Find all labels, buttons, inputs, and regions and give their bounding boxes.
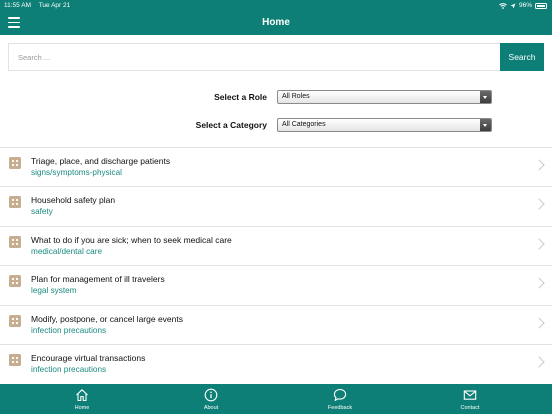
- tab-about[interactable]: About: [181, 384, 241, 414]
- chevron-right-icon: [533, 277, 545, 289]
- task-category: medical/dental care: [31, 246, 102, 256]
- status-time: 11:55 AM: [4, 2, 31, 9]
- info-icon: [204, 388, 218, 402]
- role-label: Select a Role: [214, 92, 267, 102]
- search-bar: Search: [8, 43, 544, 71]
- chevron-right-icon: [533, 159, 545, 171]
- task-icon: [9, 196, 21, 209]
- chevron-right-icon: [533, 238, 545, 250]
- list-item[interactable]: Household safety plan safety: [0, 186, 552, 225]
- list-item[interactable]: Plan for management of ill travelers leg…: [0, 265, 552, 304]
- status-bar: 11:55 AM Tue Apr 21 96%: [0, 0, 552, 11]
- search-button[interactable]: Search: [500, 43, 544, 71]
- list-item[interactable]: Triage, place, and discharge patients si…: [0, 147, 552, 186]
- tab-about-label: About: [203, 405, 219, 411]
- chevron-right-icon: [533, 356, 545, 368]
- role-filter: Select a Role All Roles: [0, 90, 552, 104]
- tab-feedback[interactable]: Feedback: [310, 384, 370, 414]
- tab-home-label: Home: [74, 405, 90, 411]
- task-category: infection precautions: [31, 325, 107, 335]
- chevron-right-icon: [533, 198, 545, 211]
- task-title: Plan for management of ill travelers: [31, 274, 165, 285]
- category-select[interactable]: All Categories: [277, 118, 492, 132]
- wifi-icon: [499, 2, 507, 9]
- role-select-value: All Roles: [282, 93, 310, 100]
- task-category: safety: [31, 207, 53, 217]
- tab-bar: Home About Feedback Contact: [0, 384, 552, 414]
- task-category: signs/symptoms-physical: [31, 168, 122, 177]
- category-filter: Select a Category All Categories: [0, 118, 552, 132]
- status-date: Tue Apr 21: [38, 2, 71, 9]
- role-select[interactable]: All Roles: [277, 90, 492, 104]
- chat-bubble-icon: [333, 388, 347, 401]
- location-arrow-icon: [510, 3, 516, 8]
- task-icon: [9, 157, 21, 169]
- list-item[interactable]: Modify, postpone, or cancel large events…: [0, 304, 552, 344]
- task-category: legal system: [31, 286, 77, 296]
- list-item[interactable]: What to do if you are sick; when to seek…: [0, 225, 552, 265]
- category-select-value: All Categories: [282, 121, 326, 128]
- page-title: Home: [262, 17, 290, 28]
- task-title: Triage, place, and discharge patients: [31, 156, 171, 166]
- dropdown-arrow-icon: [480, 119, 491, 131]
- home-icon: [76, 389, 88, 402]
- task-icon: [9, 275, 21, 288]
- task-icon: [9, 314, 21, 327]
- tab-feedback-label: Feedback: [327, 405, 353, 411]
- task-title: Modify, postpone, or cancel large events: [31, 313, 183, 324]
- category-label: Select a Category: [195, 120, 267, 130]
- tab-contact[interactable]: Contact: [440, 384, 500, 414]
- tab-home[interactable]: Home: [52, 384, 112, 414]
- search-input[interactable]: [8, 43, 500, 71]
- chevron-right-icon: [533, 316, 545, 329]
- app-header: Home: [0, 11, 552, 35]
- task-title: Household safety plan: [31, 195, 116, 206]
- battery-icon: [535, 2, 547, 9]
- envelope-icon: [463, 390, 477, 400]
- battery-percent: 96%: [518, 2, 532, 9]
- task-title: Encourage virtual transactions: [31, 352, 146, 363]
- task-title: What to do if you are sick; when to seek…: [31, 234, 232, 245]
- task-list: Triage, place, and discharge patients si…: [0, 147, 552, 383]
- task-category: infection precautions: [31, 364, 107, 374]
- tab-contact-label: Contact: [460, 405, 480, 411]
- task-icon: [9, 353, 21, 366]
- list-item[interactable]: Encourage virtual transactions infection…: [0, 343, 552, 383]
- dropdown-arrow-icon: [480, 91, 491, 103]
- task-icon: [9, 235, 21, 248]
